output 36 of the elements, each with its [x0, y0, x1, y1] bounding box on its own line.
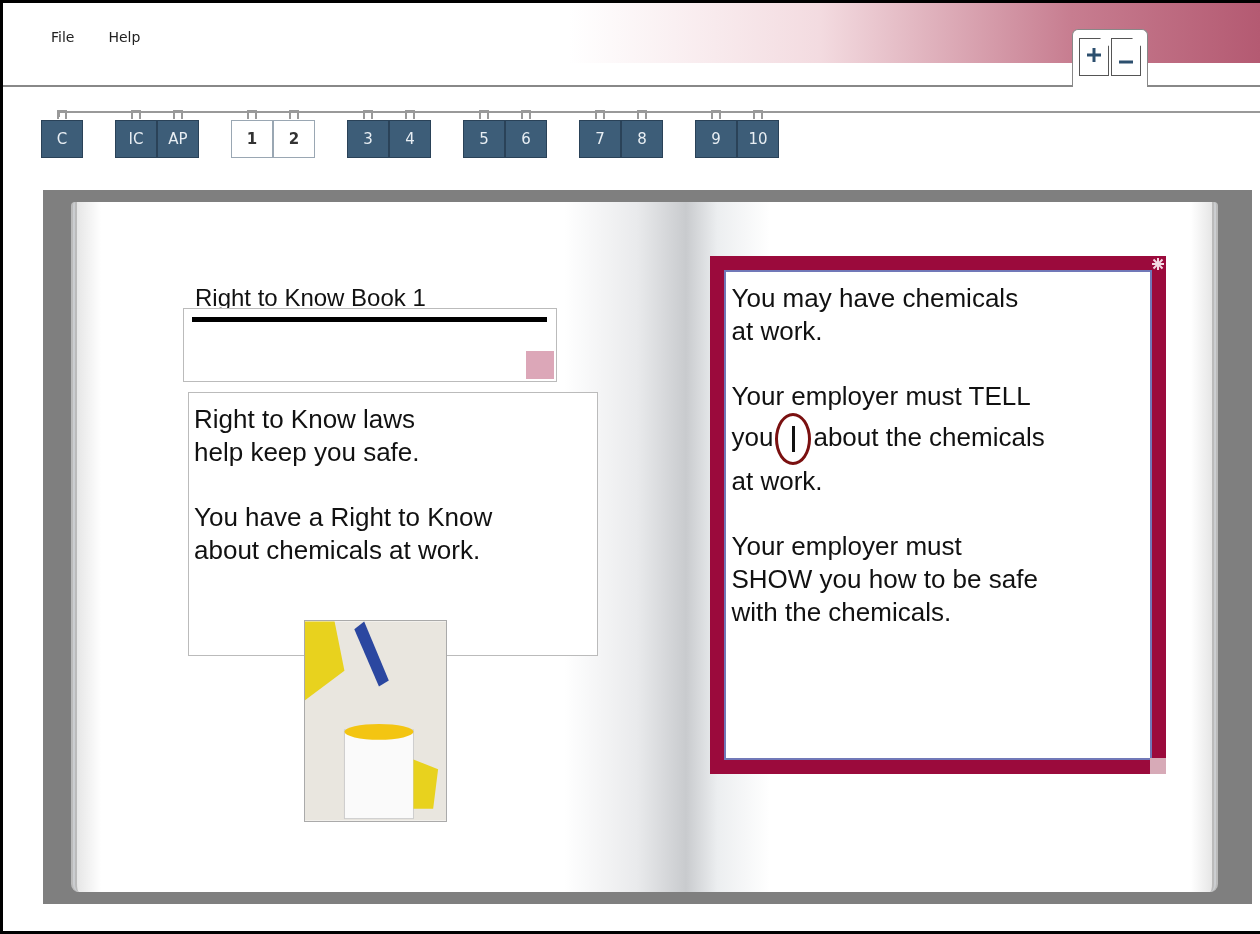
page-tab[interactable]: 10 [737, 120, 779, 158]
text-line: at work. [731, 315, 824, 348]
text-line: Your employer must [731, 530, 963, 563]
asterisk-icon[interactable] [1151, 258, 1164, 270]
book-title: Right to Know Book 1 [194, 283, 427, 308]
minus-icon [1118, 60, 1134, 64]
menu-item[interactable]: Help [108, 29, 141, 45]
resize-handle[interactable] [526, 351, 554, 379]
page-tab[interactable]: C [41, 120, 83, 158]
text-line: at work. [731, 465, 824, 498]
page-tab[interactable]: 2 [273, 120, 315, 158]
text-line: about the chemicals [813, 421, 1045, 452]
page-tab[interactable]: 3 [347, 120, 389, 158]
remove-page-button[interactable] [1111, 38, 1141, 76]
resize-handle[interactable] [1149, 758, 1166, 774]
text-line: You have a Right to Know [194, 501, 494, 534]
text-line: with the chemicals. [731, 596, 953, 629]
page-tab[interactable]: IC [115, 120, 157, 158]
text-line: Right to Know laws [194, 403, 417, 436]
plus-icon [1085, 46, 1103, 64]
page-tab[interactable]: AP [157, 120, 199, 158]
text-line: You may have chemicals [731, 282, 1020, 315]
page-tab[interactable]: 4 [389, 120, 431, 158]
text-line: Your employer must TELL [731, 380, 1032, 413]
text-line: SHOW you how to be safe [731, 563, 1039, 596]
page-tab[interactable]: 6 [505, 120, 547, 158]
text-line: help keep you safe. [194, 436, 421, 469]
menu-item[interactable]: File [51, 29, 75, 45]
page-tab[interactable]: 7 [579, 120, 621, 158]
text-line: about chemicals at work. [194, 534, 482, 567]
add-page-button[interactable] [1079, 38, 1109, 76]
page-tab[interactable]: 1 [231, 120, 273, 158]
page-tab[interactable]: 8 [621, 120, 663, 158]
text-line: you [731, 421, 774, 452]
page-tab[interactable]: 5 [463, 120, 505, 158]
page-tab[interactable]: 9 [695, 120, 737, 158]
